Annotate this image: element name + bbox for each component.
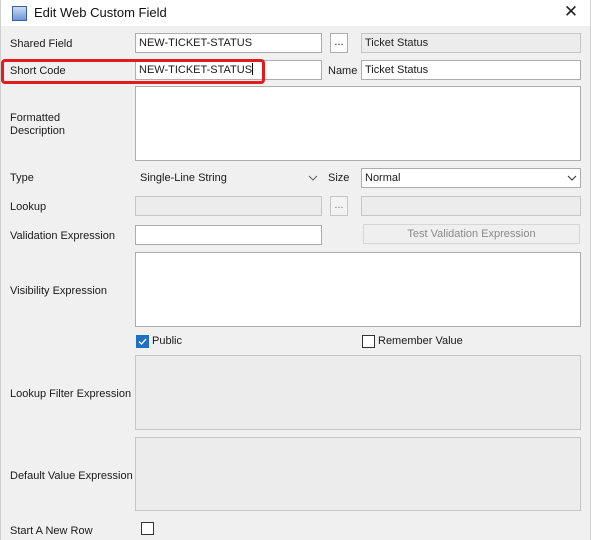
lookup-filter-expression-label: Lookup Filter Expression — [10, 388, 132, 400]
lookup-filter-expression-textarea — [135, 355, 581, 430]
chevron-down-icon — [308, 175, 318, 181]
lookup-browse-button: ... — [330, 196, 348, 216]
shared-field-display: Ticket Status — [361, 33, 581, 53]
name-label: Name — [328, 65, 358, 77]
edit-web-custom-field-dialog: Edit Web Custom Field ✕ Shared Field NEW… — [0, 0, 591, 540]
public-checkbox[interactable] — [136, 335, 149, 348]
size-select-value: Normal — [365, 172, 401, 184]
short-code-value: NEW-TICKET-STATUS — [139, 64, 253, 76]
window-title: Edit Web Custom Field — [34, 5, 167, 20]
name-input[interactable]: Ticket Status — [361, 60, 581, 80]
validation-expression-label: Validation Expression — [10, 230, 115, 242]
close-icon[interactable]: ✕ — [558, 1, 584, 23]
type-select-value: Single-Line String — [140, 172, 227, 184]
formatted-description-label-line1: Formatted — [10, 112, 61, 124]
lookup-display — [361, 196, 581, 216]
short-code-input[interactable]: NEW-TICKET-STATUS — [135, 60, 322, 80]
remember-value-label: Remember Value — [378, 335, 463, 347]
window-app-icon — [12, 6, 27, 21]
checkmark-icon — [138, 338, 147, 346]
start-new-row-checkbox[interactable] — [141, 522, 154, 535]
type-label: Type — [10, 172, 34, 184]
shared-field-label: Shared Field — [10, 38, 73, 50]
remember-value-checkbox[interactable] — [362, 335, 375, 348]
public-label: Public — [152, 335, 182, 347]
formatted-description-textarea[interactable] — [135, 86, 581, 161]
default-value-expression-label: Default Value Expression — [10, 470, 133, 482]
size-label: Size — [328, 172, 350, 184]
chevron-down-icon — [567, 175, 577, 181]
size-select[interactable]: Normal — [361, 168, 581, 188]
formatted-description-label-line2: Description — [10, 125, 66, 137]
type-select[interactable]: Single-Line String — [135, 168, 322, 188]
title-bar: Edit Web Custom Field ✕ — [1, 0, 590, 26]
default-value-expression-textarea — [135, 437, 581, 511]
lookup-label: Lookup — [10, 201, 47, 213]
test-validation-expression-button: Test Validation Expression — [363, 224, 580, 244]
visibility-expression-label: Visibility Expression — [10, 285, 108, 297]
short-code-label: Short Code — [10, 65, 66, 77]
start-new-row-label: Start A New Row — [10, 525, 93, 537]
formatted-description-label: Formatted Description — [10, 112, 65, 138]
visibility-expression-textarea[interactable] — [135, 252, 581, 327]
lookup-input — [135, 196, 322, 216]
validation-expression-input[interactable] — [135, 225, 322, 245]
text-caret — [252, 63, 254, 75]
shared-field-browse-button[interactable]: ... — [330, 33, 348, 53]
shared-field-input[interactable]: NEW-TICKET-STATUS — [135, 33, 322, 53]
